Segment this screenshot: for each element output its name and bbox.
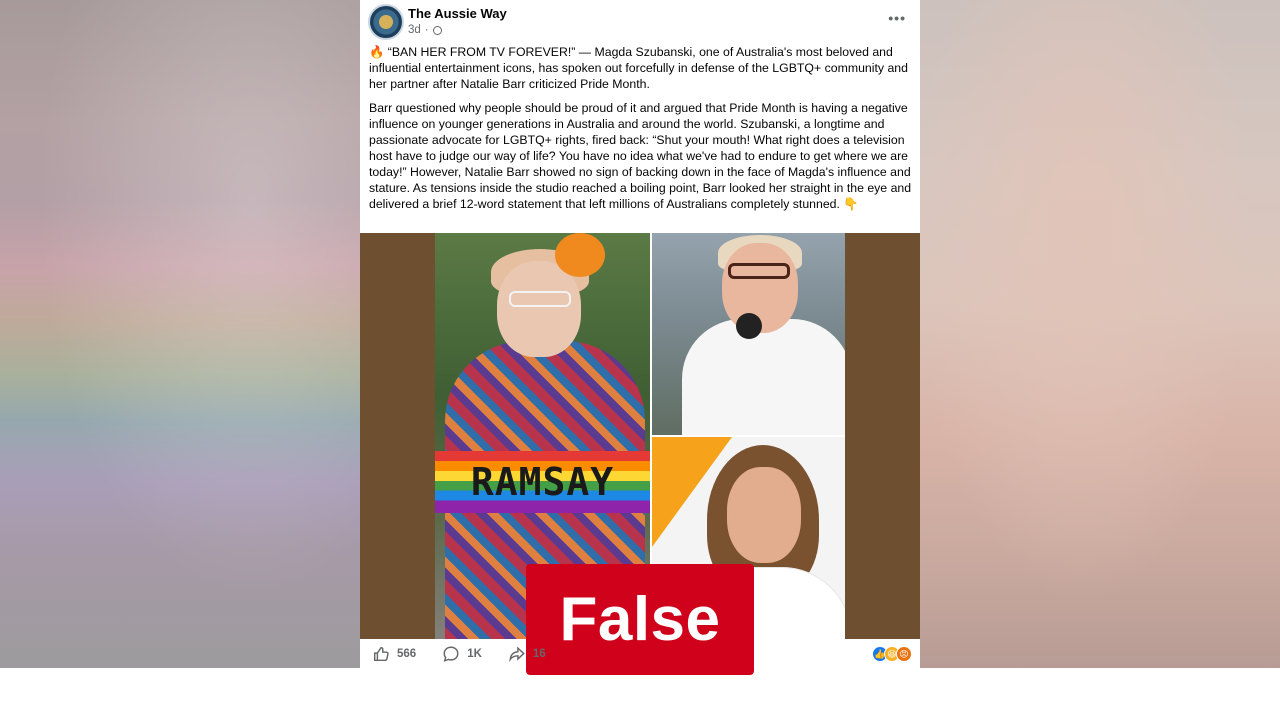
blurred-background-left <box>0 0 360 668</box>
share-arrow-icon <box>509 646 525 663</box>
glasses <box>728 263 790 279</box>
photo-top-right <box>652 233 845 435</box>
post-time[interactable]: 3d <box>408 24 421 36</box>
pride-sign: RAMSAY <box>435 451 650 513</box>
page-name[interactable]: The Aussie Way <box>408 6 507 21</box>
comment-count: 1K <box>467 648 482 660</box>
microphone <box>736 313 762 339</box>
face <box>727 467 801 563</box>
like-count: 566 <box>397 648 417 660</box>
post-footer: 566 1K 16 👍 😆 😡 <box>360 640 920 668</box>
post-paragraph-1: 🔥 “BAN HER FROM TV FOREVER!” — Magda Szu… <box>369 45 908 91</box>
globe-icon <box>432 25 442 35</box>
thumbs-up-icon <box>373 646 389 662</box>
flower-accessory <box>555 233 605 277</box>
share-count: 16 <box>532 648 546 660</box>
facebook-post: The Aussie Way 3d · ••• 🔥 “BAN HER FROM … <box>360 0 920 675</box>
like-button[interactable]: 566 <box>372 645 416 663</box>
post-paragraph-2: Barr questioned why people should be pro… <box>369 101 912 211</box>
post-header: The Aussie Way 3d · ••• <box>368 4 912 40</box>
comment-icon <box>443 646 459 662</box>
angry-icon: 😡 <box>896 646 912 662</box>
face <box>497 261 581 357</box>
comment-button[interactable]: 1K <box>442 645 482 663</box>
reactions-summary[interactable]: 👍 😆 😡 <box>872 646 912 662</box>
glasses <box>509 291 571 307</box>
post-meta: 3d · <box>408 24 442 36</box>
white-shirt <box>682 319 845 435</box>
dot-separator: · <box>424 24 429 36</box>
page-avatar[interactable] <box>368 4 404 40</box>
share-button[interactable]: 16 <box>508 645 546 663</box>
pride-sign-text: RAMSAY <box>470 460 615 504</box>
post-text: 🔥 “BAN HER FROM TV FOREVER!” — Magda Szu… <box>369 44 915 220</box>
blurred-background-right <box>920 0 1280 668</box>
more-options-button[interactable]: ••• <box>888 10 906 26</box>
post-image[interactable]: RAMSAY False <box>360 233 920 675</box>
